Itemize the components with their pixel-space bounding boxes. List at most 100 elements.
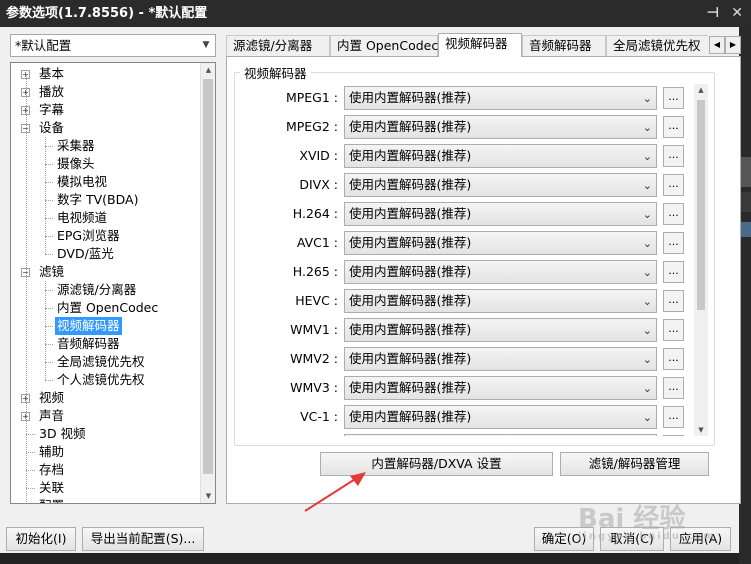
decoder-select[interactable]: 使用内置解码器(推荐) ⌄ (344, 231, 657, 255)
codec-row: H.265 : 使用内置解码器(推荐) ⌄... (236, 258, 694, 287)
decoder-select[interactable]: 使用内置解码器(推荐) ⌄ (344, 260, 657, 284)
tree-connector (45, 182, 53, 183)
initialize-button[interactable]: 初始化(I) (6, 527, 76, 551)
codec-row: MPEG2 : 使用内置解码器(推荐) ⌄... (236, 113, 694, 142)
decoder-options-button[interactable]: ... (663, 174, 684, 196)
decoder-select-value: 使用内置解码器(推荐) (349, 409, 472, 424)
decoder-options-button[interactable]: ... (663, 319, 684, 341)
scroll-down-icon[interactable]: ▼ (694, 424, 708, 436)
decoder-select[interactable]: 使用内置解码器(推荐) ⌄ (344, 173, 657, 197)
decoder-select[interactable]: 使用内置解码器(推荐) ⌄ (344, 202, 657, 226)
pin-icon[interactable]: ⊣ (706, 0, 719, 27)
decoder-select[interactable]: 使用内置解码器(推荐) ⌄ (344, 289, 657, 313)
codec-name: MPEG1 : (285, 90, 338, 105)
scroll-thumb[interactable] (203, 79, 213, 474)
tree-item-label: 电视频道 (57, 210, 108, 225)
scroll-up-icon[interactable]: ▲ (201, 63, 215, 77)
window-title: 参数选项(1.7.8556) - *默认配置 (6, 6, 208, 21)
tab[interactable]: 全局滤镜优先权 (606, 35, 708, 57)
tree-item-label: 声音 (39, 408, 65, 423)
decoder-select[interactable]: 使用内置解码器(推荐) ⌄ (344, 115, 657, 139)
chevron-down-icon: ⌄ (642, 266, 652, 279)
close-icon[interactable]: ✕ (731, 0, 743, 27)
decoder-select-value: 使用内置解码器(推荐) (349, 235, 472, 250)
decoder-options-button[interactable]: ... (663, 203, 684, 225)
codec-row: H.264 : 使用内置解码器(推荐) ⌄... (236, 200, 694, 229)
tab[interactable]: 源滤镜/分离器 (226, 35, 330, 57)
codec-row: DIVX : 使用内置解码器(推荐) ⌄... (236, 171, 694, 200)
tree-item-label: 基本 (39, 66, 65, 81)
decoder-select[interactable]: 使用内置解码器(推荐) ⌄ (344, 144, 657, 168)
tab[interactable]: 内置 OpenCodec (330, 35, 438, 57)
decoder-select-value: 使用内置解码器(推荐) (349, 206, 472, 221)
tree-connector (45, 281, 46, 380)
tree-item-label: 视频 (39, 390, 65, 405)
watermark: Bai 经验 jingyan.baidu.com (578, 498, 716, 542)
decoder-select-value: 使用内置解码器(推荐) (349, 293, 472, 308)
codec-list-scrollbar[interactable]: ▲ ▼ (694, 84, 708, 436)
decoder-select[interactable]: ⌄ (344, 434, 657, 436)
codec-name: AVC1 : (296, 235, 338, 250)
tree-item-label: 滤镜 (39, 264, 65, 279)
scroll-down-icon[interactable]: ▼ (201, 489, 215, 503)
codec-name: WMV1 : (290, 322, 338, 337)
codec-name: DIVX : (299, 177, 338, 192)
decoder-options-button[interactable]: ... (663, 435, 684, 436)
settings-tree[interactable]: + 基本 + 播放 + 字幕 − 设备 采集器 摄像头 模拟电视 数字 TV(BDA) 电视频道 EPG浏… (10, 62, 216, 504)
decoder-select-value: 使用内置解码器(推荐) (349, 148, 472, 163)
scroll-thumb[interactable] (697, 100, 705, 310)
codec-name: XVID : (299, 148, 338, 163)
tree-connector (45, 326, 53, 327)
chevron-down-icon: ▼ (202, 40, 210, 50)
watermark-sub: jingyan.baidu.com (578, 531, 716, 542)
tab[interactable]: 音频解码器 (522, 35, 606, 57)
tree-item-label: 配置 (37, 497, 66, 503)
codec-name: WMV2 : (290, 351, 338, 366)
tree-item-label: 存档 (39, 462, 65, 477)
tree-connector (45, 344, 53, 345)
decoder-options-button[interactable]: ... (663, 348, 684, 370)
codec-name: HEVC : (295, 293, 338, 308)
decoder-options-button[interactable]: ... (663, 87, 684, 109)
tree-scrollbar[interactable]: ▲ ▼ (200, 63, 215, 503)
codec-row: MPEG1 : 使用内置解码器(推荐) ⌄... (236, 84, 694, 113)
preferences-window: 参数选项(1.7.8556) - *默认配置 ⊣ ✕ *默认配置 ▼ + 基本 + 播… (0, 0, 751, 564)
tab-strip: 源滤镜/分离器 内置 OpenCodec 视频解码器 音频解码器 全局滤镜优先权 (226, 33, 708, 57)
decoder-options-button[interactable]: ... (663, 290, 684, 312)
scroll-up-icon[interactable]: ▲ (694, 84, 708, 96)
decoder-select[interactable]: 使用内置解码器(推荐) ⌄ (344, 347, 657, 371)
codec-name: H.264 : (292, 206, 338, 221)
decoder-options-button[interactable]: ... (663, 232, 684, 254)
title-bar: 参数选项(1.7.8556) - *默认配置 ⊣ ✕ (0, 0, 751, 27)
tree-item-label: EPG浏览器 (57, 228, 120, 243)
tree-connector (26, 74, 27, 503)
tree-connector (45, 362, 53, 363)
tab-scroll-right-icon[interactable]: ▶ (725, 36, 741, 54)
tree-connector (45, 308, 53, 309)
tree-connector (45, 254, 53, 255)
decoder-options-button[interactable]: ... (663, 145, 684, 167)
tab[interactable]: 视频解码器 (438, 33, 522, 57)
decoder-options-button[interactable]: ... (663, 406, 684, 428)
tree-connector (45, 290, 53, 291)
decoder-select-value: 使用内置解码器(推荐) (349, 90, 472, 105)
decoder-select[interactable]: 使用内置解码器(推荐) ⌄ (344, 405, 657, 429)
decoder-select-value: 使用内置解码器(推荐) (349, 351, 472, 366)
decoder-options-button[interactable]: ... (663, 116, 684, 138)
decoder-select-value: 使用内置解码器(推荐) (349, 119, 472, 134)
decoder-options-button[interactable]: ... (663, 261, 684, 283)
decoder-select[interactable]: 使用内置解码器(推荐) ⌄ (344, 86, 657, 110)
decoder-select[interactable]: 使用内置解码器(推荐) ⌄ (344, 376, 657, 400)
chevron-down-icon: ⌄ (642, 121, 652, 134)
profile-select[interactable]: *默认配置 ▼ (10, 34, 216, 57)
filter-manager-button[interactable]: 滤镜/解码器管理 (560, 452, 709, 476)
tree-item-label: 源滤镜/分离器 (57, 282, 137, 297)
export-config-button[interactable]: 导出当前配置(S)... (82, 527, 204, 551)
tree-item-label: 内置 OpenCodec (57, 300, 159, 315)
tab-scroll-buttons: ◀ ▶ (709, 36, 741, 54)
tab-scroll-left-icon[interactable]: ◀ (709, 36, 725, 54)
decoder-select[interactable]: 使用内置解码器(推荐) ⌄ (344, 318, 657, 342)
tree-item-label: 关联 (39, 480, 65, 495)
decoder-select-value: 使用内置解码器(推荐) (349, 380, 472, 395)
decoder-options-button[interactable]: ... (663, 377, 684, 399)
